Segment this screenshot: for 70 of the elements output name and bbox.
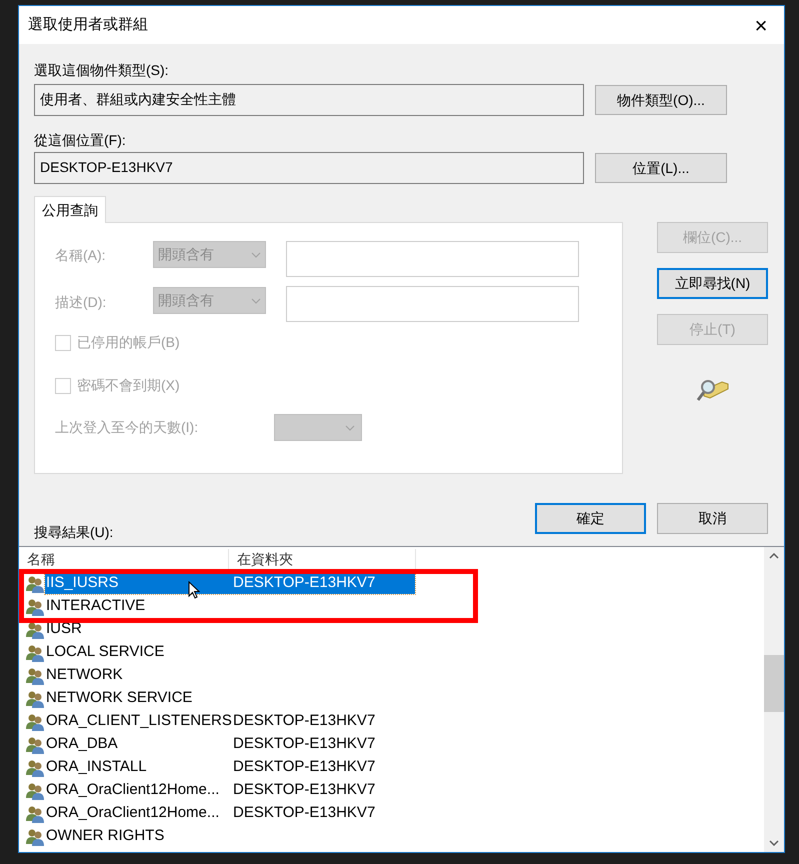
object-type-field: 使用者、群組或內建安全性主體: [34, 84, 584, 116]
user-group-icon: [25, 598, 45, 616]
result-row[interactable]: ORA_OraClient12Home... DESKTOP-E13HKV7: [45, 780, 415, 801]
name-cell: ORA_OraClient12Home...: [46, 781, 220, 798]
scroll-up-icon[interactable]: [769, 553, 779, 559]
name-cell: INTERACTIVE: [46, 597, 146, 614]
object-type-label: 選取這個物件類型(S):: [34, 61, 170, 80]
result-row[interactable]: ORA_CLIENT_LISTENERSDESKTOP-E13HKV7: [45, 711, 415, 732]
description-label: 描述(D):: [55, 293, 108, 312]
user-group-icon: [25, 782, 45, 800]
chevron-down-icon: [251, 252, 261, 258]
scroll-thumb[interactable]: [764, 655, 784, 712]
user-group-icon: [25, 620, 45, 638]
dialog-button[interactable]: 取消: [657, 503, 768, 534]
user-group-icon: [25, 666, 45, 684]
user-group-icon: [25, 690, 45, 708]
user-group-icon: [25, 644, 45, 662]
result-row[interactable]: LOCAL SERVICE: [45, 642, 233, 663]
result-row[interactable]: ORA_INSTALL DESKTOP-E13HKV7: [45, 757, 415, 778]
result-row[interactable]: NETWORK: [45, 665, 233, 686]
checkbox-label: 密碼不會到期(X): [77, 376, 180, 395]
user-group-icon: [25, 828, 45, 846]
user-group-icon: [25, 758, 45, 776]
name-cell: ORA_CLIENT_LISTENERS: [46, 712, 232, 730]
name-cell: LOCAL SERVICE: [46, 643, 164, 660]
name-cell: ORA_DBA: [46, 735, 118, 752]
column-header[interactable]: 名稱: [19, 549, 229, 569]
folder-cell-text: DESKTOP-E13HKV7: [233, 734, 376, 754]
description-input[interactable]: [286, 286, 579, 322]
user-group-icon: [25, 712, 45, 730]
scroll-down-icon[interactable]: [769, 840, 779, 846]
name-cell: OWNER RIGHTS: [46, 827, 164, 844]
close-button[interactable]: ×: [741, 9, 781, 41]
query-tab[interactable]: 公用查詢: [34, 196, 106, 223]
chevron-down-icon: [345, 424, 355, 430]
folder-cell-text: DESKTOP-E13HKV7: [233, 757, 376, 778]
result-row[interactable]: IIS_IUSRS DESKTOP-E13HKV7: [45, 573, 415, 594]
name-cell: ORA_INSTALL: [46, 758, 147, 776]
results-label: 搜尋結果(U):: [34, 523, 114, 541]
days-select[interactable]: [274, 414, 362, 441]
name-cell: NETWORK: [46, 666, 123, 684]
checkbox-label: 已停用的帳戶(B): [77, 333, 180, 352]
user-group-icon: [25, 736, 45, 754]
name-cell: NETWORK SERVICE: [46, 689, 192, 706]
side-button[interactable]: 立即尋找(N): [657, 268, 768, 299]
name-input[interactable]: [286, 241, 579, 277]
location-label: 從這個位置(F):: [34, 131, 127, 150]
result-row[interactable]: NETWORK SERVICE: [45, 688, 233, 709]
mouse-cursor-icon: [188, 581, 200, 599]
user-group-icon: [25, 804, 45, 822]
name-cell: IIS_IUSRS: [46, 574, 119, 592]
result-row[interactable]: ORA_OraClient12Home... DESKTOP-E13HKV7: [45, 803, 415, 824]
column-header[interactable]: 在資料夾: [229, 549, 416, 569]
name-label: 名稱(A):: [55, 246, 107, 265]
folder-cell-text: DESKTOP-E13HKV7: [233, 803, 376, 824]
dialog-button[interactable]: 確定: [535, 503, 646, 534]
user-group-icon: [25, 574, 45, 592]
folder-cell-text: DESKTOP-E13HKV7: [233, 780, 376, 800]
result-row[interactable]: INTERACTIVE: [45, 596, 233, 617]
days-label: 上次登入至今的天數(I):: [55, 418, 200, 437]
name-cell: ORA_OraClient12Home...: [46, 804, 220, 822]
object-types-button[interactable]: 物件類型(O)...: [595, 85, 727, 115]
location-field: DESKTOP-E13HKV7: [34, 152, 584, 184]
folder-cell-text: DESKTOP-E13HKV7: [233, 711, 376, 732]
result-row[interactable]: ORA_DBA DESKTOP-E13HKV7: [45, 734, 415, 755]
result-row[interactable]: OWNER RIGHTS: [45, 826, 233, 847]
locations-button[interactable]: 位置(L)...: [595, 153, 727, 183]
folder-cell-text: DESKTOP-E13HKV7: [233, 573, 376, 594]
chevron-down-icon: [251, 298, 261, 304]
window-title: 選取使用者或群組: [28, 14, 148, 35]
